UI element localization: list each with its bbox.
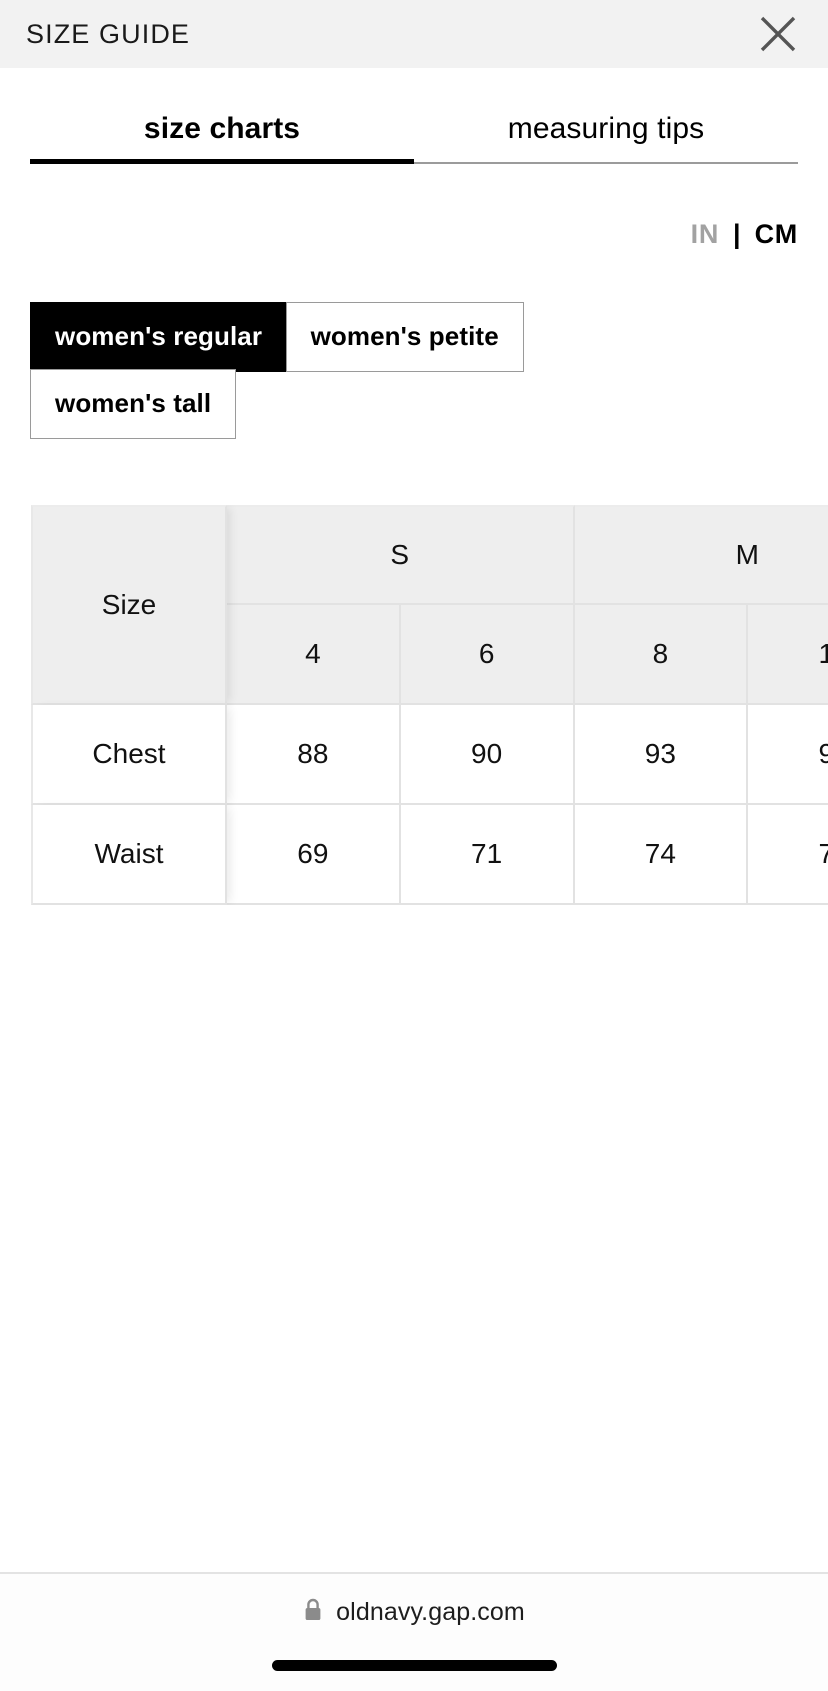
table-corner-size-label: Size	[31, 505, 227, 706]
measurement-label-waist: Waist	[31, 805, 227, 906]
category-womens-petite[interactable]: women's petite	[285, 302, 524, 372]
chest-value-6: 90	[400, 705, 575, 806]
category-chip-group: women's regular women's petite women's t…	[0, 250, 828, 439]
unit-inches-button[interactable]: IN	[691, 219, 719, 250]
waist-value-8: 74	[574, 805, 749, 906]
waist-value-4: 69	[227, 805, 401, 906]
category-womens-regular[interactable]: women's regular	[30, 302, 288, 372]
chest-value-4: 88	[227, 705, 401, 806]
category-chip-row-2: women's tall	[0, 368, 828, 439]
size-group-m: M	[574, 505, 828, 606]
modal-header: SIZE GUIDE	[0, 0, 828, 68]
chest-value-8: 93	[574, 705, 749, 806]
tab-size-charts-label: size charts	[143, 112, 301, 145]
lock-icon	[303, 1598, 323, 1627]
category-womens-tall[interactable]: women's tall	[30, 368, 237, 439]
waist-value-6: 71	[400, 805, 575, 906]
size-chart-table-scroll[interactable]: Size S M 4 6 8 10 Chest 88 90 93 95	[31, 505, 828, 906]
size-guide-modal: SIZE GUIDE size charts measuring tips IN…	[0, 0, 828, 1691]
url-text: oldnavy.gap.com	[336, 1597, 525, 1626]
close-icon[interactable]	[754, 10, 802, 58]
page-empty-space	[0, 905, 828, 1572]
browser-url-bar[interactable]: oldnavy.gap.com	[0, 1572, 828, 1650]
tab-size-charts[interactable]: size charts	[30, 112, 414, 164]
chest-value-10: 95	[748, 705, 828, 806]
page-title: SIZE GUIDE	[26, 18, 191, 49]
home-indicator[interactable]	[271, 1660, 557, 1671]
table-row: Chest 88 90 93 95	[31, 705, 828, 806]
measurement-label-chest: Chest	[31, 705, 227, 806]
url-group: oldnavy.gap.com	[303, 1598, 525, 1627]
tab-measuring-tips[interactable]: measuring tips	[414, 112, 798, 164]
numeric-size-10: 10	[748, 605, 828, 706]
numeric-size-6: 6	[400, 605, 575, 706]
category-chip-row-1: women's regular women's petite	[0, 302, 828, 372]
size-chart-table: Size S M 4 6 8 10 Chest 88 90 93 95	[31, 505, 828, 906]
tab-bar: size charts measuring tips	[30, 68, 798, 164]
unit-separator: |	[733, 219, 741, 249]
waist-value-10: 76	[748, 805, 828, 906]
numeric-size-4: 4	[227, 605, 401, 706]
size-group-s: S	[227, 505, 575, 606]
tab-measuring-tips-label: measuring tips	[507, 112, 705, 145]
home-indicator-area	[0, 1650, 828, 1691]
table-row: Waist 69 71 74 76	[31, 805, 828, 906]
numeric-size-8: 8	[574, 605, 749, 706]
table-header-group-row: Size S M	[31, 505, 828, 706]
unit-centimeters-button[interactable]: CM	[755, 219, 798, 250]
unit-toggle: IN | CM	[0, 164, 828, 250]
